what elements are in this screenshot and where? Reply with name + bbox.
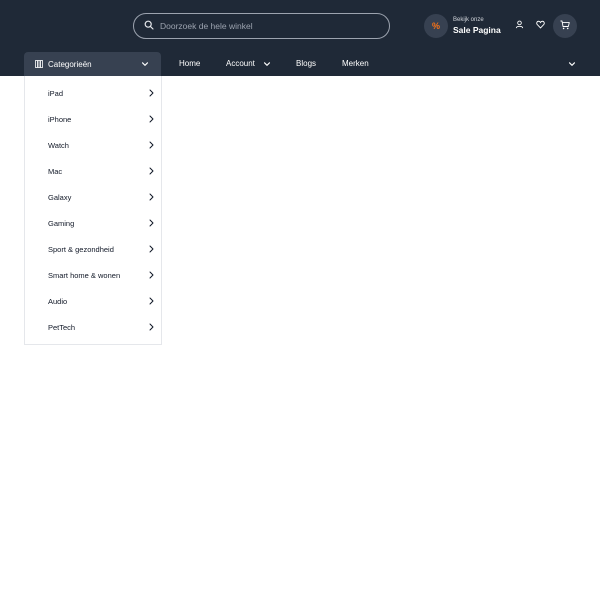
account-icon-button[interactable]: [513, 19, 525, 31]
sale-percent-icon: %: [424, 14, 448, 38]
chevron-right-icon: [148, 323, 155, 331]
category-label: PetTech: [48, 323, 76, 332]
category-label: iPhone: [48, 115, 72, 124]
sale-subtitle: Bekijk onze: [453, 17, 484, 23]
heart-icon: [535, 16, 545, 34]
categories-button[interactable]: Categorieën: [24, 52, 161, 76]
search-icon[interactable]: [144, 17, 154, 35]
category-label: Gaming: [48, 219, 75, 228]
wishlist-icon-button[interactable]: [534, 19, 546, 31]
categories-dropdown: iPad iPhone Watch Mac Galaxy Gaming Spor…: [24, 76, 162, 345]
nav-home[interactable]: Home: [179, 58, 200, 70]
category-item-audio[interactable]: Audio: [25, 289, 161, 315]
category-item-iphone[interactable]: iPhone: [25, 107, 161, 133]
category-label: Mac: [48, 167, 63, 176]
chevron-right-icon: [148, 89, 155, 97]
cart-button[interactable]: [553, 14, 577, 38]
category-item-mac[interactable]: Mac: [25, 159, 161, 185]
chevron-right-icon: [148, 245, 155, 253]
nav-merken[interactable]: Merken: [342, 58, 369, 70]
chevron-right-icon: [148, 271, 155, 279]
nav-account[interactable]: Account: [226, 58, 255, 70]
chevron-right-icon: [148, 297, 155, 305]
category-label: Watch: [48, 141, 69, 150]
chevron-right-icon: [148, 219, 155, 227]
category-item-ipad[interactable]: iPad: [25, 81, 161, 107]
search-bar[interactable]: [133, 13, 390, 39]
category-item-smart-home[interactable]: Smart home & wonen: [25, 263, 161, 289]
category-item-watch[interactable]: Watch: [25, 133, 161, 159]
category-label: Smart home & wonen: [48, 271, 121, 280]
category-label: iPad: [48, 89, 64, 98]
chevron-right-icon: [148, 193, 155, 201]
chevron-down-icon: [141, 60, 149, 68]
sale-link[interactable]: % Bekijk onze Sale Pagina: [424, 14, 501, 38]
category-item-gaming[interactable]: Gaming: [25, 211, 161, 237]
chevron-right-icon: [148, 167, 155, 175]
categories-label: Categorieën: [48, 59, 92, 69]
cart-icon: [560, 17, 570, 35]
chevron-right-icon: [148, 141, 155, 149]
search-input[interactable]: [160, 21, 380, 31]
chevron-down-icon[interactable]: [568, 60, 576, 68]
grid-icon: [35, 60, 43, 68]
category-item-galaxy[interactable]: Galaxy: [25, 185, 161, 211]
chevron-down-icon[interactable]: [263, 60, 271, 68]
sale-title: Sale Pagina: [453, 25, 501, 35]
category-item-sport[interactable]: Sport & gezondheid: [25, 237, 161, 263]
category-label: Audio: [48, 297, 68, 306]
category-label: Sport & gezondheid: [48, 245, 114, 254]
chevron-right-icon: [148, 115, 155, 123]
category-label: Galaxy: [48, 193, 72, 202]
nav-blogs[interactable]: Blogs: [296, 58, 316, 70]
category-item-pettech[interactable]: PetTech: [25, 315, 161, 341]
user-icon: [515, 16, 524, 34]
